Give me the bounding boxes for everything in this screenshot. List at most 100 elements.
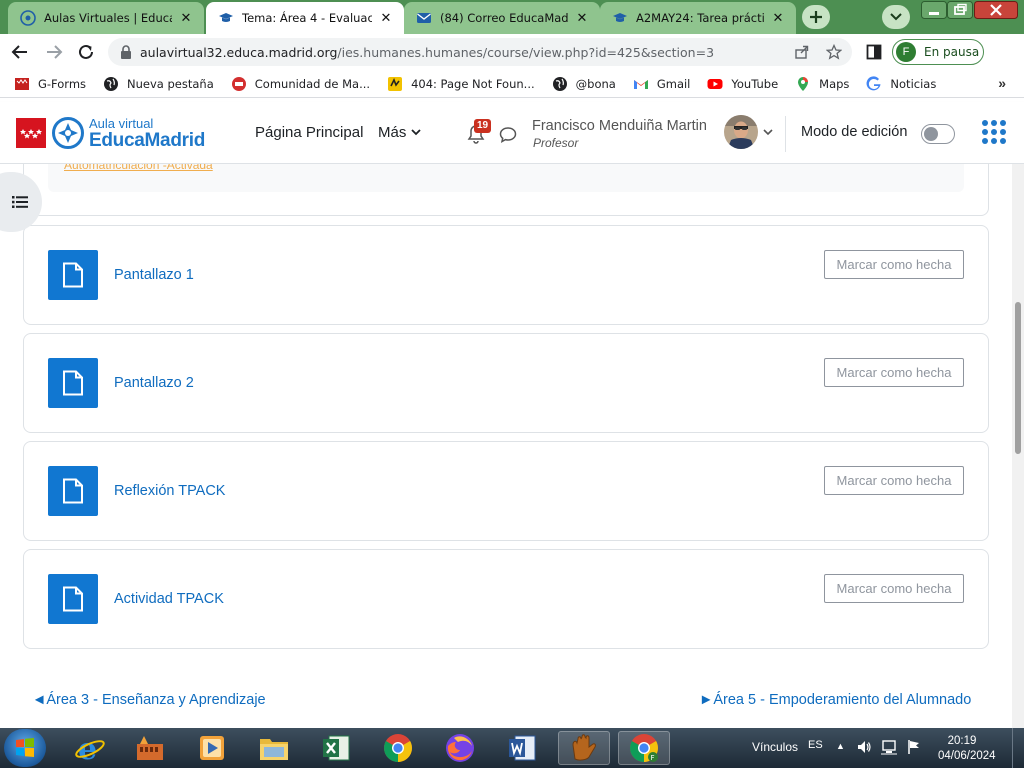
bookmark-gforms[interactable]: G-Forms	[14, 76, 86, 92]
course-content: Automatriculación -Activada Pantallazo 1…	[0, 164, 1012, 728]
chrome-icon: F	[630, 734, 658, 762]
back-button[interactable]	[8, 40, 32, 64]
mark-as-done-button[interactable]: Marcar como hecha	[824, 358, 964, 387]
maximize-button[interactable]	[946, 0, 974, 20]
tray-expand-icon[interactable]: ▲	[836, 741, 845, 751]
file-icon	[48, 574, 98, 624]
volume-icon[interactable]	[856, 739, 872, 758]
bookmark-bona[interactable]: @bona	[552, 76, 616, 92]
minimize-icon	[921, 1, 947, 19]
folder-icon	[260, 739, 288, 760]
new-tab-button[interactable]	[802, 5, 830, 29]
activity-title-link[interactable]: Pantallazo 2	[114, 375, 194, 391]
taskbar-firefox[interactable]	[434, 731, 486, 765]
url-path: /ies.humanes.humanes/course/view.php?id=…	[337, 44, 715, 60]
clock-date: 04/06/2024	[938, 750, 996, 762]
edit-mode-toggle[interactable]	[921, 124, 955, 144]
taskbar-chrome-active[interactable]: F	[618, 731, 670, 765]
links-toolbar-label[interactable]: Vínculos	[752, 740, 798, 754]
side-panel-button[interactable]	[862, 40, 886, 64]
profile-button[interactable]: F En pausa	[892, 39, 984, 65]
tab-search-button[interactable]	[882, 5, 910, 29]
bookmark-youtube[interactable]: YouTube	[707, 76, 778, 92]
minimize-button[interactable]	[920, 0, 948, 20]
brand-title[interactable]: EducaMadrid	[89, 130, 205, 152]
taskbar-excel[interactable]	[310, 731, 362, 765]
nav-more-menu[interactable]: Más	[378, 124, 421, 141]
scrollbar-thumb[interactable]	[1015, 302, 1021, 454]
language-indicator[interactable]: ES	[808, 739, 823, 751]
action-center-flag-icon[interactable]	[906, 739, 922, 758]
tab-title: A2MAY24: Tarea práctica	[636, 11, 764, 25]
lock-icon	[120, 45, 132, 59]
nav-home-link[interactable]: Página Principal	[255, 124, 363, 141]
bookmark-noticias[interactable]: Noticias	[866, 75, 937, 92]
bookmark-label: Noticias	[890, 76, 937, 91]
user-full-name[interactable]: Francisco Menduiña Martin	[532, 118, 707, 134]
address-bar[interactable]: aulavirtual32.educa.madrid.org/ies.human…	[108, 38, 852, 66]
bookmark-maps[interactable]: Maps	[795, 76, 849, 92]
tab-tema-area-4[interactable]: Tema: Área 4 - Evaluación ✕	[206, 2, 404, 34]
tab-tarea-practica[interactable]: A2MAY24: Tarea práctica ✕	[600, 2, 796, 34]
taskbar-word[interactable]	[496, 731, 548, 765]
brand-subtitle: Aula virtual	[89, 116, 154, 131]
moodle-cap-icon	[218, 10, 234, 26]
taskbar-open-app[interactable]	[558, 731, 610, 765]
taskbar-game-app[interactable]	[124, 731, 176, 765]
apps-grid-icon[interactable]	[982, 120, 1006, 144]
close-tab-icon[interactable]: ✕	[574, 10, 590, 26]
close-window-button[interactable]	[973, 0, 1019, 20]
system-clock[interactable]: 20:19 04/06/2024	[938, 734, 996, 764]
plus-icon	[810, 11, 822, 23]
close-tab-icon[interactable]: ✕	[770, 10, 786, 26]
start-button[interactable]	[4, 729, 46, 767]
bookmark-404[interactable]: 404: Page Not Foun...	[387, 76, 535, 92]
arrow-right-icon	[47, 45, 63, 59]
navbar-divider	[785, 116, 786, 152]
browser-tab-strip: Aulas Virtuales | EducaM ✕ Tema: Área 4 …	[0, 0, 1024, 34]
taskbar-file-explorer[interactable]	[248, 731, 300, 765]
mark-as-done-button[interactable]: Marcar como hecha	[824, 466, 964, 495]
mark-as-done-button[interactable]: Marcar como hecha	[824, 574, 964, 603]
bookmark-star-icon[interactable]	[823, 38, 845, 66]
taskbar-internet-explorer[interactable]: e	[64, 731, 116, 765]
taskbar-media-player[interactable]	[186, 731, 238, 765]
bookmark-gmail[interactable]: Gmail	[633, 76, 690, 92]
page-icon	[387, 76, 403, 92]
share-icon[interactable]	[791, 38, 813, 66]
close-icon	[974, 1, 1018, 19]
bookmark-comunidad[interactable]: Comunidad de Ma...	[231, 76, 370, 92]
forward-button[interactable]	[42, 40, 66, 64]
mark-as-done-button[interactable]: Marcar como hecha	[824, 250, 964, 279]
comunidad-madrid-logo[interactable]	[16, 118, 46, 148]
activity-title-link[interactable]: Reflexión TPACK	[114, 483, 225, 499]
tab-correo[interactable]: (84) Correo EducaMadrid ✕	[404, 2, 600, 34]
taskbar-chrome[interactable]	[372, 731, 424, 765]
self-enrolment-link[interactable]: Automatriculación -Activada	[64, 164, 213, 172]
page-scrollbar[interactable]	[1012, 164, 1024, 728]
bookmark-label: Nueva pestaña	[127, 76, 214, 91]
educamadrid-logo-icon[interactable]	[52, 117, 84, 149]
reload-button[interactable]	[74, 40, 98, 64]
close-tab-icon[interactable]: ✕	[178, 10, 194, 26]
toggle-knob	[924, 127, 938, 141]
reload-icon	[79, 44, 93, 59]
google-icon	[866, 75, 882, 92]
tab-aulas-virtuales[interactable]: Aulas Virtuales | EducaM ✕	[8, 2, 204, 34]
maps-icon	[795, 76, 811, 92]
close-tab-icon[interactable]: ✕	[378, 10, 394, 26]
tab-title: (84) Correo EducaMadrid	[440, 11, 568, 25]
chevron-down-icon	[890, 13, 902, 21]
messages-icon[interactable]	[499, 126, 517, 148]
activity-title-link[interactable]: Pantallazo 1	[114, 267, 194, 283]
activity-title-link[interactable]: Actividad TPACK	[114, 591, 224, 607]
user-menu-toggle[interactable]	[723, 114, 773, 150]
show-desktop-button[interactable]	[1012, 728, 1024, 768]
bookmarks-overflow-button[interactable]: »	[998, 75, 1006, 91]
network-icon[interactable]	[880, 739, 898, 758]
previous-section-link[interactable]: ◄Área 3 - Enseñanza y Aprendizaje	[32, 692, 266, 708]
file-icon	[48, 250, 98, 300]
next-section-link[interactable]: ►Área 5 - Empoderamiento del Alumnado	[699, 692, 971, 708]
user-role: Profesor	[533, 136, 579, 150]
bookmark-nueva-pestana[interactable]: Nueva pestaña	[103, 76, 214, 92]
